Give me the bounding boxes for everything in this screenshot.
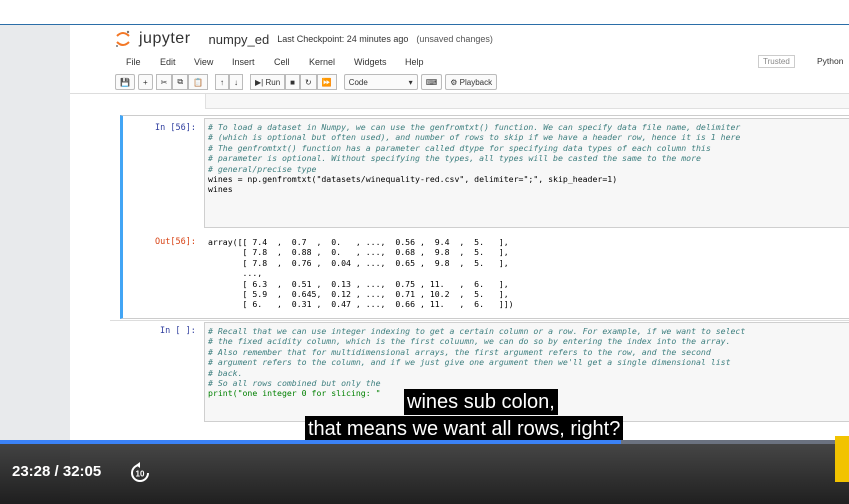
- output-line: ...,: [208, 268, 263, 279]
- copy-icon[interactable]: ⧉: [172, 74, 189, 90]
- kernel-name[interactable]: Python: [817, 56, 843, 66]
- browser-top-strip: [0, 0, 849, 24]
- code-line: # general/precise type: [208, 163, 317, 174]
- video-frame: jupyter numpy_ed Last Checkpoint: 24 min…: [0, 0, 849, 504]
- output-line: [ 6.3 , 0.51 , 0.13 , ..., 0.75 , 11. , …: [208, 278, 509, 289]
- cut-icon[interactable]: ✂: [155, 74, 173, 90]
- code-line: # Also remember that for multidimensiona…: [208, 346, 711, 357]
- cell-type-select[interactable]: Code ▾: [343, 74, 418, 90]
- menu-view[interactable]: View: [194, 57, 213, 67]
- code-line: # parameter is optional. Without specify…: [208, 153, 701, 164]
- input-prompt-next: In [ ]:: [160, 326, 196, 336]
- stop-icon[interactable]: ■: [285, 74, 301, 90]
- caption-line-2: that means we want all rows, right?: [305, 416, 624, 442]
- arrow-up-icon[interactable]: ↑: [215, 74, 230, 90]
- fast-forward-icon[interactable]: ⏩: [316, 74, 337, 90]
- progress-fill: [0, 440, 621, 444]
- notebook-name[interactable]: numpy_ed: [209, 32, 270, 47]
- paste-icon[interactable]: 📋: [188, 74, 209, 90]
- run-icon: ▶|: [255, 77, 266, 87]
- playback-button[interactable]: ⚙ Playback: [445, 74, 498, 90]
- code-line: # back.: [208, 367, 243, 378]
- code-line: # Recall that we can use integer indexin…: [208, 326, 746, 336]
- run-button[interactable]: ▶| Run: [250, 74, 286, 90]
- jupyter-header: jupyter numpy_ed Last Checkpoint: 24 min…: [115, 26, 493, 52]
- channel-badge: [835, 436, 849, 482]
- save-icon[interactable]: 💾: [115, 74, 135, 90]
- caption-line-1: wines sub colon,: [404, 389, 558, 415]
- menu-edit[interactable]: Edit: [160, 57, 176, 67]
- output-prompt: Out[56]:: [155, 237, 196, 247]
- playback-icon: ⚙: [450, 77, 460, 87]
- replay-10-button[interactable]: 10: [128, 461, 152, 485]
- code-line: # To load a dataset in Numpy, we can use…: [208, 122, 741, 132]
- cell-type-value: Code: [348, 77, 368, 87]
- restart-icon[interactable]: ↻: [300, 74, 317, 90]
- notebook-toolbar: 💾 + ✂ ⧉ 📋 ↑ ↓ ▶| Run ■ ↻ ⏩ Code ▾ ⌨ ⚙ Pla…: [115, 74, 498, 90]
- menu-cell[interactable]: Cell: [274, 57, 290, 67]
- code-line: wines: [208, 184, 233, 195]
- cell-output: array([[ 7.4 , 0.7 , 0. , ..., 0.56 , 9.…: [208, 237, 514, 310]
- add-cell-icon[interactable]: +: [137, 74, 153, 90]
- jupyter-logo-icon[interactable]: [115, 30, 131, 48]
- menu-insert[interactable]: Insert: [232, 57, 255, 67]
- code-line: # So all rows combined but only the: [208, 378, 381, 389]
- replay-seconds: 10: [136, 470, 145, 479]
- code-line: # The genfromtxt() function has a parame…: [208, 142, 711, 153]
- code-line: # the fixed acidity column, which is the…: [208, 336, 731, 347]
- page-margin: [0, 25, 70, 504]
- arrow-down-icon[interactable]: ↓: [229, 74, 244, 90]
- input-prompt: In [56]:: [155, 123, 196, 133]
- code-editor[interactable]: # To load a dataset in Numpy, we can use…: [204, 118, 849, 228]
- menu-file[interactable]: File: [126, 57, 141, 67]
- edit-group: ✂ ⧉ 📋: [155, 74, 209, 90]
- menu-widgets[interactable]: Widgets: [354, 57, 387, 67]
- code-line: # argument refers to the column, and if …: [208, 357, 731, 368]
- output-line: [ 6. , 0.31 , 0.47 , ..., 0.66 , 11. , 6…: [208, 299, 514, 310]
- checkpoint-status: Last Checkpoint: 24 minutes ago: [277, 34, 409, 44]
- move-group: ↑ ↓: [215, 74, 244, 90]
- menu-help[interactable]: Help: [405, 57, 424, 67]
- run-group: ▶| Run ■ ↻ ⏩: [250, 74, 337, 90]
- trusted-badge[interactable]: Trusted: [758, 55, 795, 68]
- keyboard-icon[interactable]: ⌨: [420, 74, 443, 90]
- replay-10-icon: 10: [131, 462, 149, 482]
- menu-bar: File Edit View Insert Cell Kernel Widget…: [110, 54, 849, 72]
- output-line: [ 5.9 , 0.645, 0.12 , ..., 0.71 , 10.2 ,…: [208, 289, 509, 300]
- output-line: array([[ 7.4 , 0.7 , 0. , ..., 0.56 , 9.…: [208, 237, 509, 247]
- previous-cell-tail: [205, 94, 849, 109]
- code-line: wines = np.genfromtxt("datasets/winequal…: [208, 174, 618, 185]
- chevron-down-icon: ▾: [408, 77, 413, 87]
- menu-kernel[interactable]: Kernel: [309, 57, 335, 67]
- output-line: [ 7.8 , 0.76 , 0.04 , ..., 0.65 , 9.8 , …: [208, 257, 509, 268]
- output-line: [ 7.8 , 0.88 , 0. , ..., 0.68 , 9.8 , 5.…: [208, 247, 509, 258]
- run-label: Run: [265, 77, 281, 87]
- playback-label: Playback: [459, 77, 493, 87]
- unsaved-status: (unsaved changes): [416, 34, 493, 44]
- jupyter-brand[interactable]: jupyter: [139, 30, 191, 48]
- playback-time: 23:28 / 32:05: [12, 463, 102, 480]
- code-line: # (which is optional but often used), an…: [208, 132, 741, 143]
